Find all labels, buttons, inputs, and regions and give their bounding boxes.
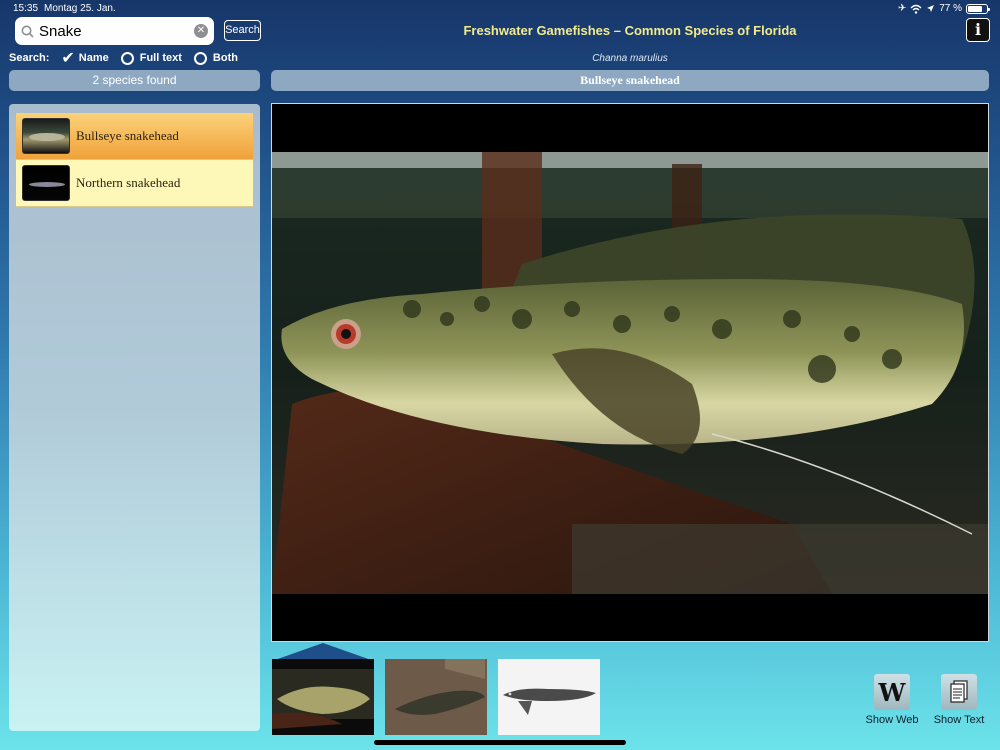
species-thumbnail [22,165,70,201]
results-count: 2 species found [9,70,260,91]
species-thumbnail [22,118,70,154]
option-name[interactable]: ✔ Name [61,48,108,68]
search-button[interactable]: Search [224,20,261,41]
species-photo[interactable] [271,103,989,642]
search-options: Search: ✔ Name Full text Both [9,48,238,68]
species-name: Northern snakehead [76,175,181,190]
checkmark-icon: ✔ [61,50,75,67]
clear-search-icon[interactable]: ✕ [194,24,208,38]
airplane-icon: ✈ [897,3,907,14]
search-options-label: Search: [9,52,50,64]
show-text-button[interactable]: Show Text [931,674,987,726]
show-web-button[interactable]: W Show Web [864,674,920,726]
option-both-label: Both [212,52,238,64]
battery-fill [968,5,982,12]
wikipedia-glyph: W [878,677,906,707]
wifi-icon [910,4,922,14]
location-icon [927,5,935,12]
app-title: Freshwater Gamefishes – Common Species o… [463,23,797,38]
option-name-label: Name [78,52,109,64]
home-indicator[interactable] [374,740,626,745]
species-list: Bullseye snakehead Northern snakehead [9,104,260,731]
search-field[interactable]: ✕ [15,17,214,45]
search-input[interactable] [39,22,189,40]
radio-icon [193,51,207,65]
option-both[interactable]: Both [193,51,238,65]
show-web-label: Show Web [865,714,919,726]
wikipedia-icon: W [874,674,910,710]
species-name-bar: Bullseye snakehead [271,70,989,91]
photo-thumbnail-3[interactable] [498,659,600,735]
option-full-text[interactable]: Full text [120,51,182,65]
battery-percent: 77 % [939,3,962,14]
status-indicators: ✈ 77 % [897,3,990,14]
radio-icon [120,51,134,65]
list-item[interactable]: Bullseye snakehead [16,113,253,160]
document-icon [941,674,977,710]
show-text-label: Show Text [933,714,985,726]
photo-thumbnail-1[interactable] [272,659,374,735]
list-item[interactable]: Northern snakehead [16,160,253,207]
fish-illustration [272,104,988,641]
status-date: Montag 25. Jan. [44,3,116,14]
info-button[interactable]: i [966,18,990,42]
scientific-name: Channa marulius [592,53,668,64]
option-full-text-label: Full text [139,52,182,64]
photo-thumbnail-2[interactable] [385,659,487,735]
status-bar: 15:35 Montag 25. Jan. ✈ 77 % [0,0,1000,18]
species-name: Bullseye snakehead [76,128,179,143]
search-icon [15,25,39,38]
status-time: 15:35 [13,3,39,14]
battery-icon [966,3,990,14]
